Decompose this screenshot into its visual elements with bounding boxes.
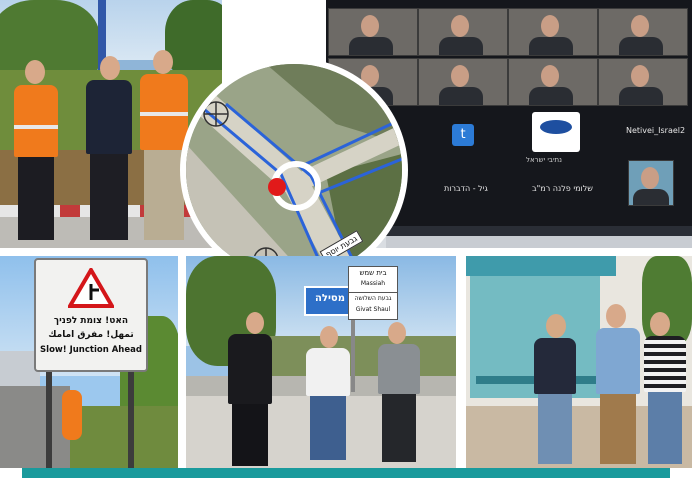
participant-name: Netivei_Israel2 <box>626 126 686 135</box>
photo-junction-men: מסילה בית שמש Massiah גבעת השלושה Givat … <box>186 256 456 468</box>
woman-1-body <box>534 338 576 394</box>
man-1-head <box>25 60 45 84</box>
photo-road-sign: האט! צומת לפניך تمهل! مفرق امامك Slow! J… <box>0 256 178 468</box>
video-tile <box>598 8 688 56</box>
man-b-legs <box>310 396 346 460</box>
sign-post <box>46 366 52 468</box>
man-1-vest <box>14 85 58 157</box>
video-tile <box>418 8 508 56</box>
video-tile <box>508 58 598 106</box>
man-c-head <box>388 322 406 344</box>
video-tile <box>628 160 674 206</box>
direction-sign-text: מסילה <box>315 293 345 304</box>
direction-sign-top: בית שמש Massiah <box>348 266 398 294</box>
man-1-stripe <box>14 125 58 129</box>
man-a-head <box>246 312 264 334</box>
man-2-legs <box>90 154 128 240</box>
tile-t-icon: t <box>452 124 474 146</box>
man-c-body <box>378 344 420 394</box>
map-svg <box>186 64 402 276</box>
bottom-teal-bar <box>22 468 670 478</box>
man-3-legs <box>144 150 184 240</box>
map-marker-red <box>268 178 286 196</box>
map-inner: גבעת יוסף <box>186 64 402 276</box>
man-d-head <box>606 304 626 328</box>
netivei-logo <box>532 112 580 152</box>
worker <box>62 390 82 440</box>
man-b-body <box>306 348 350 396</box>
participant-name: גיל - הדברות <box>444 184 488 193</box>
participant-name: שלומי פלנה רמ"ב <box>532 184 593 193</box>
man-c-legs <box>382 394 416 462</box>
tree-right <box>165 0 222 80</box>
direction-sign-text: Givat Shaul <box>355 306 391 313</box>
man-d-body <box>596 328 640 394</box>
direction-sign-text: בית שמש <box>359 269 387 277</box>
warning-triangle-icon <box>68 268 114 308</box>
man-2-shirt <box>86 80 132 154</box>
woman-1-legs <box>538 394 572 464</box>
man-b-head <box>320 326 338 348</box>
woman-2-body <box>644 336 686 392</box>
man-a-body <box>228 334 272 404</box>
man-3-head <box>153 50 173 74</box>
man-3-stripe <box>140 112 188 116</box>
video-tile <box>418 58 508 106</box>
man-2-head <box>100 56 120 80</box>
direction-sign-bottom: גבעת השלושה Givat Shaul <box>348 292 398 320</box>
photo-bus-stop <box>466 256 692 468</box>
sign-arabic: تمهل! مفرق امامك <box>48 330 134 340</box>
video-tile <box>328 8 418 56</box>
woman-2-head <box>650 312 670 336</box>
participant-name: נתיבי ישראל <box>526 156 562 164</box>
man-d-legs <box>600 394 636 464</box>
man-1-legs <box>18 157 54 240</box>
woman-2-legs <box>648 392 682 464</box>
bus-shelter-roof <box>466 256 616 276</box>
logo-swoosh-icon <box>540 120 572 134</box>
direction-sign-text: Massiah <box>360 280 386 287</box>
sign-post <box>128 366 134 468</box>
woman-1-head <box>546 314 566 338</box>
taskbar <box>386 226 692 236</box>
direction-sign-text: גבעת השלושה <box>354 295 392 302</box>
sign-english: Slow! Junction Ahead <box>40 345 142 355</box>
sign-hebrew: האט! צומת לפניך <box>53 316 129 326</box>
video-tile <box>508 8 598 56</box>
junction-sign: האט! צומת לפניך تمهل! مفرق امامك Slow! J… <box>34 258 148 372</box>
man-a-legs <box>232 404 268 466</box>
monitor-bezel <box>386 236 692 248</box>
video-tile <box>598 58 688 106</box>
road <box>0 386 70 468</box>
